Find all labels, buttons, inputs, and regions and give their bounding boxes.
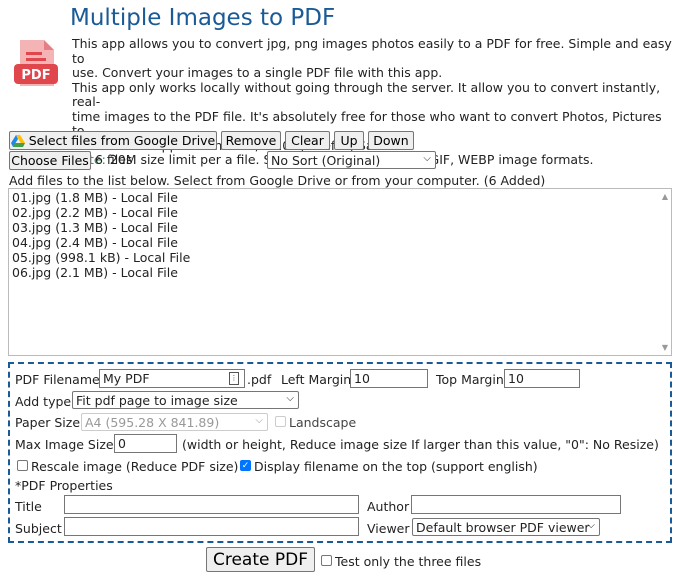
title-label: Title: [15, 499, 42, 514]
paper-size-select-value: A4 (595.28 X 841.89): [85, 414, 220, 430]
subject-label: Subject: [15, 521, 62, 536]
clear-button[interactable]: Clear: [285, 131, 330, 150]
description-line: use. Convert your images to a single PDF…: [72, 65, 443, 80]
list-item[interactable]: 03.jpg (1.3 MB) - Local File: [12, 220, 178, 235]
chevron-down-icon: ⌵: [286, 393, 294, 404]
list-item[interactable]: 06.jpg (2.1 MB) - Local File: [12, 265, 178, 280]
down-button[interactable]: Down: [368, 131, 414, 150]
add-type-select[interactable]: Fit pdf page to image size ⌵: [72, 391, 299, 409]
paper-size-select[interactable]: A4 (595.28 X 841.89) ⌵: [81, 413, 268, 431]
scroll-up-icon[interactable]: ▲: [662, 192, 668, 201]
max-image-size-label: Max Image Size: [15, 437, 114, 452]
subject-input[interactable]: [64, 517, 359, 536]
test-only-checkbox[interactable]: [321, 555, 332, 566]
chevron-down-icon: ⌵: [423, 153, 431, 164]
max-image-size-input[interactable]: 0: [114, 434, 177, 453]
filename-extension: .pdf: [247, 372, 272, 387]
list-item[interactable]: 05.jpg (998.1 kB) - Local File: [12, 250, 190, 265]
chevron-down-icon: ⌵: [587, 520, 595, 531]
viewer-select-value: Default browser PDF viewer: [416, 519, 590, 535]
google-drive-icon: [10, 134, 25, 147]
rescale-label: Rescale image (Reduce PDF size): [31, 459, 239, 474]
file-list[interactable]: 01.jpg (1.8 MB) - Local File 02.jpg (2.2…: [8, 188, 672, 356]
sort-select-value: No Sort (Original): [271, 152, 381, 168]
filename-label: PDF Filename: [15, 372, 100, 387]
top-margin-input[interactable]: 10: [504, 369, 580, 388]
display-filename-label: Display filename on the top (support eng…: [254, 459, 538, 474]
sort-select[interactable]: No Sort (Original) ⌵: [267, 151, 436, 169]
top-margin-label: Top Margin: [436, 372, 504, 387]
paper-size-label: Paper Size: [15, 415, 81, 430]
landscape-checkbox[interactable]: [275, 416, 286, 427]
add-type-label: Add type: [15, 394, 72, 409]
list-item[interactable]: 01.jpg (1.8 MB) - Local File: [12, 190, 178, 205]
viewer-select[interactable]: Default browser PDF viewer ⌵: [412, 518, 600, 536]
author-input[interactable]: [411, 495, 621, 514]
create-pdf-button[interactable]: Create PDF: [206, 547, 315, 572]
max-image-size-hint: (width or height, Reduce image size If l…: [182, 437, 659, 452]
pdf-properties-heading: *PDF Properties: [15, 478, 113, 493]
description-line: This app allows you to convert jpg, png …: [72, 36, 672, 66]
rescale-checkbox[interactable]: [17, 460, 28, 471]
pdf-file-icon: PDF: [12, 38, 62, 90]
remove-button[interactable]: Remove: [221, 131, 281, 150]
google-drive-button-label: Select files from Google Drive: [28, 133, 216, 148]
page-title: Multiple Images to PDF: [70, 5, 336, 31]
autofill-icon: ⋮: [229, 372, 239, 385]
up-button[interactable]: Up: [334, 131, 364, 150]
left-margin-label: Left Margin: [281, 372, 352, 387]
files-count: 6 files: [95, 152, 133, 167]
left-margin-input[interactable]: 10: [350, 369, 428, 388]
description-line: This app only works locally without goin…: [72, 79, 661, 109]
title-input[interactable]: [64, 495, 359, 514]
filename-input[interactable]: My PDF ⋮: [99, 369, 245, 388]
add-type-select-value: Fit pdf page to image size: [76, 392, 238, 408]
choose-files-button[interactable]: Choose Files: [9, 151, 91, 170]
pdf-options-panel: [8, 362, 672, 543]
google-drive-button[interactable]: Select files from Google Drive: [9, 131, 217, 150]
scroll-down-icon[interactable]: ▼: [662, 343, 668, 352]
list-item[interactable]: 04.jpg (2.4 MB) - Local File: [12, 235, 178, 250]
chevron-down-icon: ⌵: [255, 415, 263, 426]
author-label: Author: [367, 499, 410, 514]
viewer-label: Viewer: [367, 521, 410, 536]
files-instruction: Add files to the list below. Select from…: [9, 173, 546, 188]
landscape-label: Landscape: [289, 415, 357, 430]
test-only-label: Test only the three files: [335, 554, 482, 569]
display-filename-checkbox[interactable]: ✓: [240, 460, 251, 471]
list-item[interactable]: 02.jpg (2.2 MB) - Local File: [12, 205, 178, 220]
filename-value: My PDF: [103, 371, 150, 386]
pdf-logo-text: PDF: [21, 68, 50, 83]
